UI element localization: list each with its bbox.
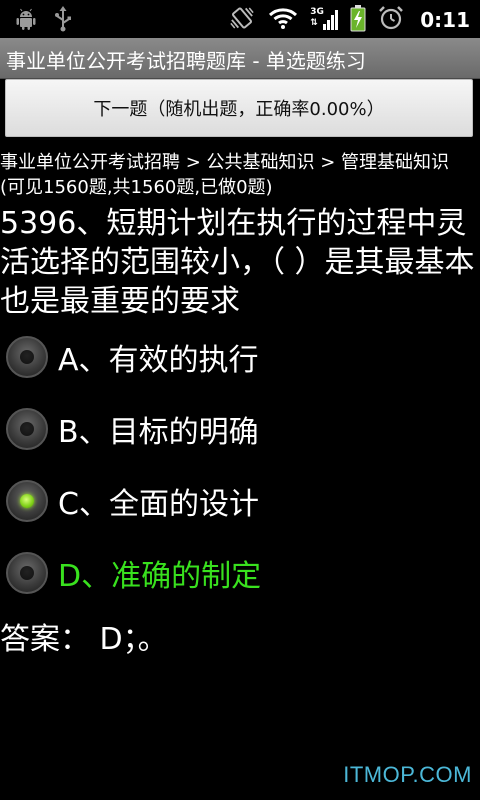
- option-a[interactable]: A、有效的执行: [6, 332, 466, 382]
- status-bar: 3G ⇅ 0:11: [0, 0, 480, 38]
- next-question-label: 下一题（随机出题，正确率0.00%）: [93, 99, 385, 120]
- radio-button-a[interactable]: [6, 336, 48, 378]
- status-clock: 0:11: [420, 8, 470, 32]
- signal-3g-icon: 3G ⇅: [310, 6, 339, 34]
- usb-icon: [52, 6, 74, 36]
- option-label-d: D、准确的制定: [58, 559, 262, 594]
- option-label-b: B、目标的明确: [58, 415, 259, 450]
- radio-button-b[interactable]: [6, 408, 48, 450]
- radio-button-c[interactable]: [6, 480, 48, 522]
- page-title: 事业单位公开考试招聘题库 - 单选题练习: [6, 49, 366, 73]
- android-debug-icon: [14, 7, 38, 35]
- wifi-icon: [268, 6, 298, 34]
- vibrate-icon: [228, 4, 256, 36]
- question-text: 5396、短期计划在执行的过程中灵活选择的范围较小，（ ）是其最基本也是最重要的…: [0, 206, 475, 319]
- option-c[interactable]: C、全面的设计: [6, 476, 466, 526]
- next-question-button[interactable]: 下一题（随机出题，正确率0.00%）: [5, 79, 473, 137]
- alarm-icon: [378, 5, 404, 35]
- radio-button-d[interactable]: [6, 552, 48, 594]
- breadcrumb: 事业单位公开考试招聘 > 公共基础知识 > 管理基础知识 (可见1560题,共1…: [0, 152, 450, 198]
- battery-charging-icon: [350, 4, 366, 36]
- option-label-c: C、全面的设计: [58, 487, 259, 522]
- option-b[interactable]: B、目标的明确: [6, 404, 466, 454]
- answer-text: 答案： D；。: [0, 622, 168, 657]
- title-bar: 事业单位公开考试招聘题库 - 单选题练习: [0, 38, 480, 79]
- option-d[interactable]: D、准确的制定: [6, 548, 466, 598]
- watermark: ITMOP.COM: [343, 762, 472, 787]
- option-label-a: A、有效的执行: [58, 343, 259, 378]
